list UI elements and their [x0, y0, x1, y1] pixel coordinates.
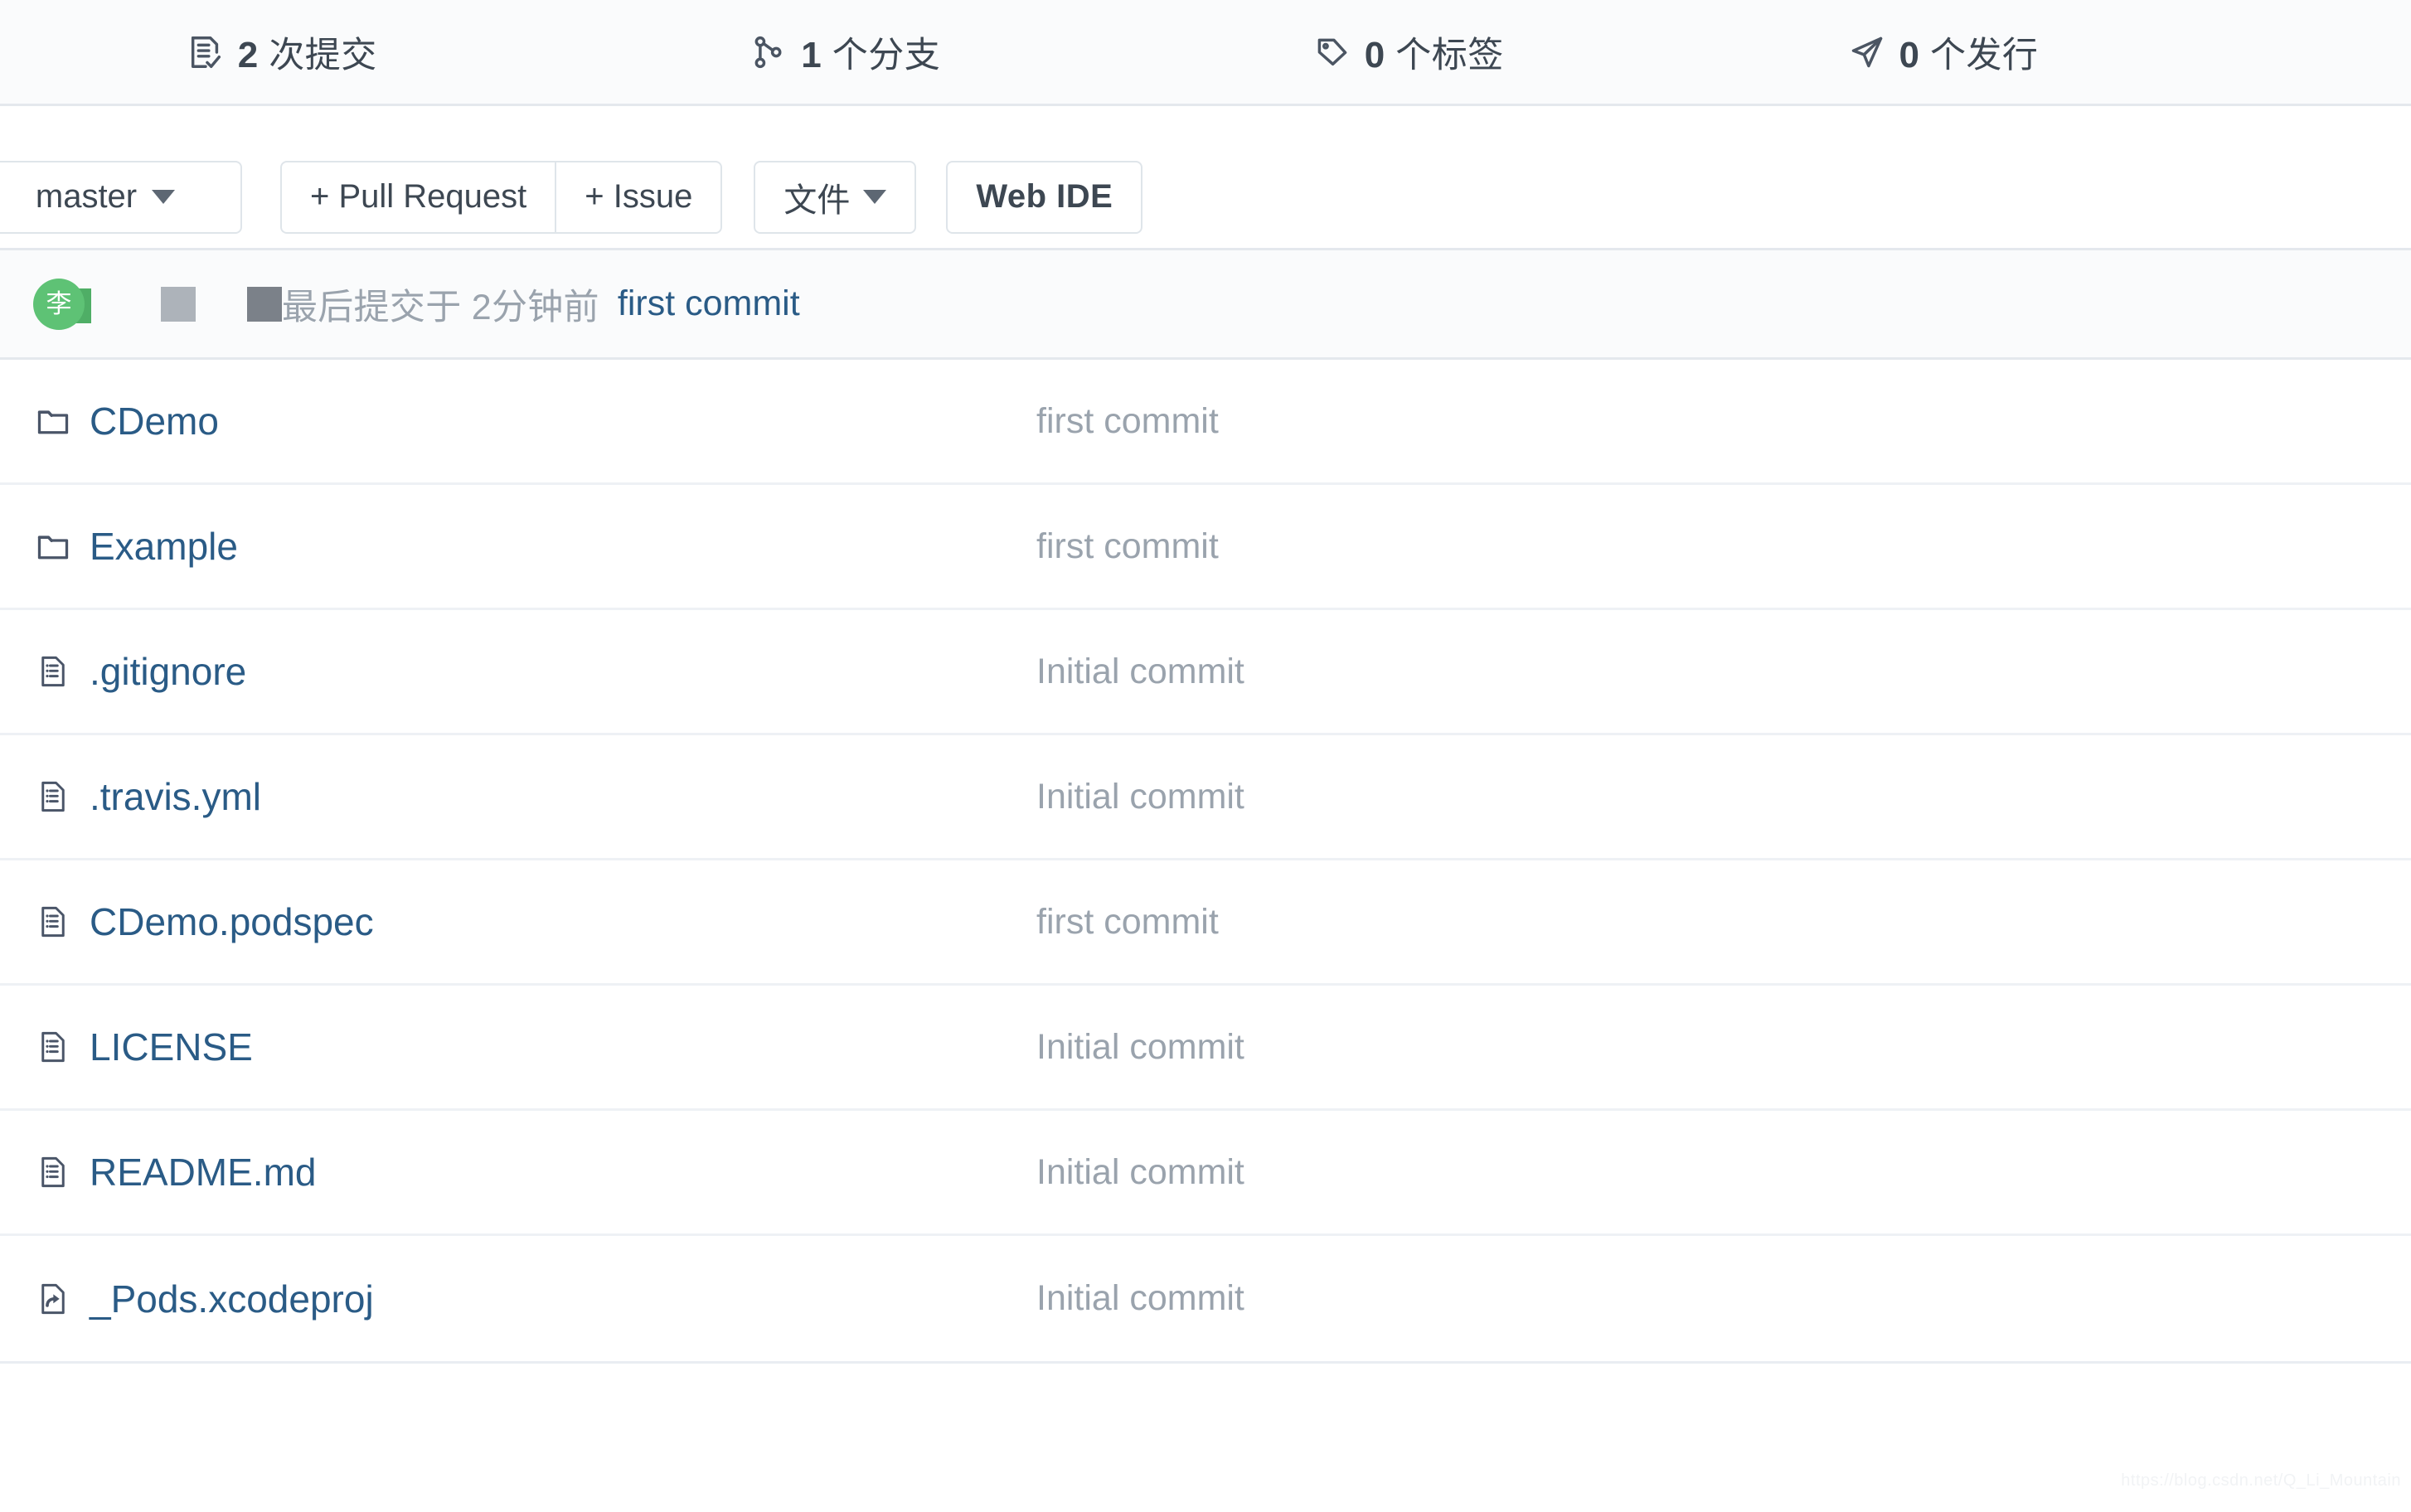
file-name-cell: .travis.yml: [0, 774, 1036, 819]
folder-icon: [33, 401, 73, 441]
file-commit-message: Initial commit: [1036, 776, 1244, 817]
stat-releases-label: 个发行: [1929, 35, 2039, 75]
file-name-cell: CDemo: [0, 399, 1036, 443]
stat-branches-count: 1: [801, 34, 822, 75]
stat-branches-label: 个分支: [832, 35, 941, 75]
table-row[interactable]: _Pods.xcodeproj Initial commit: [0, 1236, 2411, 1361]
redacted-username-block-2: [247, 286, 282, 322]
latest-commit-meta: 最后提交于 2分钟前: [282, 287, 599, 327]
file-commit-message: Initial commit: [1036, 1278, 1244, 1318]
avatar[interactable]: 李: [33, 278, 91, 330]
table-row[interactable]: .travis.yml Initial commit: [0, 735, 2411, 860]
web-ide-button[interactable]: Web IDE: [946, 160, 1143, 234]
tag-icon: [1313, 33, 1351, 71]
files-menu-button[interactable]: 文件: [754, 160, 917, 234]
file-name-cell: README.md: [0, 1150, 1036, 1195]
stat-releases-count: 0: [1899, 34, 1920, 75]
file-name-cell: Example: [0, 524, 1036, 569]
table-row[interactable]: CDemo.podspec first commit: [0, 860, 2411, 986]
file-name-link[interactable]: _Pods.xcodeproj: [90, 1277, 374, 1321]
file-icon: [33, 652, 73, 691]
folder-icon: [33, 526, 73, 566]
new-pull-request-button[interactable]: + Pull Request: [280, 160, 555, 234]
file-list-bottom-divider: [0, 1361, 2411, 1364]
stat-branches-text: 1 个分支: [801, 27, 940, 78]
stat-tags-label: 个标签: [1395, 35, 1504, 75]
file-icon: [33, 902, 73, 942]
commit-history-icon: [187, 33, 225, 71]
file-name-link[interactable]: CDemo: [90, 399, 219, 443]
file-name-link[interactable]: LICENSE: [90, 1025, 253, 1069]
avatar-initial: 李: [33, 278, 85, 330]
stat-tags-text: 0 个标签: [1365, 27, 1504, 78]
branch-icon: [749, 33, 788, 71]
create-button-group: + Pull Request + Issue: [280, 160, 723, 234]
file-commit-message: first commit: [1036, 400, 1219, 441]
file-name-cell: CDemo.podspec: [0, 899, 1036, 944]
file-name-link[interactable]: Example: [90, 524, 238, 569]
chevron-down-icon: [152, 190, 176, 204]
file-icon: [33, 777, 73, 817]
file-icon: [33, 1152, 73, 1192]
table-row[interactable]: Example first commit: [0, 485, 2411, 610]
repo-stats-bar: 2 次提交 1 个分支 0 个标签 0 个发行: [0, 0, 2411, 106]
latest-commit-bar: 李 最后提交于 2分钟前 first commit: [0, 250, 2411, 360]
table-row[interactable]: README.md Initial commit: [0, 1111, 2411, 1236]
file-name-cell: _Pods.xcodeproj: [0, 1277, 1036, 1321]
stat-tags[interactable]: 0 个标签: [1127, 27, 1691, 78]
toolbar-spacer: [0, 106, 2411, 146]
redacted-username-block-1: [161, 286, 196, 322]
chevron-down-icon: [863, 190, 887, 204]
stat-commits-text: 2 次提交: [238, 27, 377, 78]
repo-toolbar: master + Pull Request + Issue 文件 Web IDE: [0, 146, 2411, 250]
table-row[interactable]: CDemo first commit: [0, 360, 2411, 485]
branch-selector-button[interactable]: master: [0, 160, 242, 234]
file-icon: [33, 1027, 73, 1067]
file-commit-message: Initial commit: [1036, 651, 1244, 691]
file-name-cell: .gitignore: [0, 649, 1036, 694]
files-menu-label: 文件: [783, 182, 851, 219]
file-commit-message: Initial commit: [1036, 1151, 1244, 1192]
new-issue-button[interactable]: + Issue: [555, 160, 723, 234]
repository-file-list: CDemo first commit Example first commit: [0, 360, 2411, 1361]
stat-branches[interactable]: 1 个分支: [564, 27, 1128, 78]
file-name-link[interactable]: .travis.yml: [90, 774, 261, 819]
table-row[interactable]: LICENSE Initial commit: [0, 986, 2411, 1111]
watermark-text: https://blog.csdn.net/Q_Li_Mountain: [2121, 1471, 2401, 1490]
table-row[interactable]: .gitignore Initial commit: [0, 610, 2411, 735]
file-commit-message: first commit: [1036, 901, 1219, 942]
stat-releases-text: 0 个发行: [1899, 27, 2039, 78]
release-icon: [1848, 33, 1886, 71]
file-name-link[interactable]: CDemo.podspec: [90, 899, 374, 944]
file-name-cell: LICENSE: [0, 1025, 1036, 1069]
stat-tags-count: 0: [1364, 34, 1385, 75]
stat-commits-count: 2: [237, 34, 259, 75]
file-commit-message: Initial commit: [1036, 1026, 1244, 1067]
file-name-link[interactable]: .gitignore: [90, 649, 246, 694]
stat-commits-label: 次提交: [269, 35, 377, 75]
file-commit-message: first commit: [1036, 526, 1219, 566]
symlink-icon: [33, 1279, 73, 1319]
latest-commit-message-link[interactable]: first commit: [618, 284, 800, 324]
stat-commits[interactable]: 2 次提交: [0, 27, 564, 78]
stat-releases[interactable]: 0 个发行: [1691, 27, 2411, 78]
file-name-link[interactable]: README.md: [90, 1150, 316, 1195]
branch-selector-label: master: [35, 178, 138, 215]
